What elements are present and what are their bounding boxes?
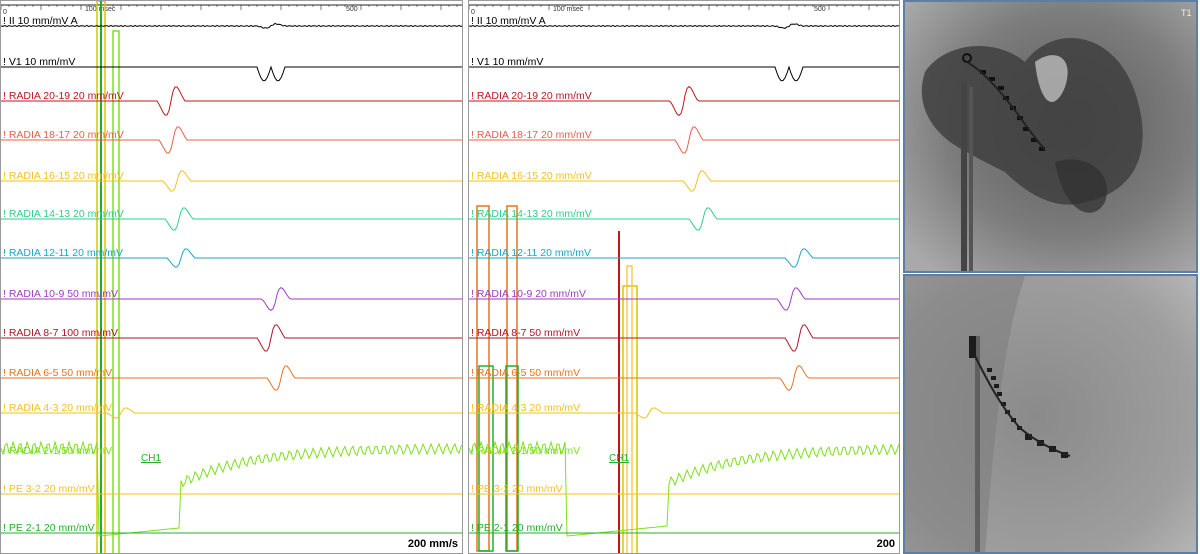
channel-row: ! RADIA 14-13 20 mm/mV <box>1 207 462 231</box>
channel-row: ! PE 3-2 20 mm/mV <box>1 483 462 495</box>
ch1-marker: CH1 <box>141 453 161 464</box>
channel-row: ! RADIA 18-17 20 mm/mV <box>1 126 462 154</box>
sweep-speed-label: 200 <box>876 538 895 550</box>
channel-row: ! V1 10 mm/mV <box>469 56 899 82</box>
channel-row: ! II 10 mm/mV A <box>469 15 899 29</box>
channel-label: ! RADIA 6-5 50 mm/mV <box>3 367 112 379</box>
channel-row: ! RADIA 8-7 50 mm/mV <box>469 324 899 352</box>
channel-label: ! RADIA 18-17 20 mm/mV <box>471 129 592 141</box>
fluoroscopy-image-bottom <box>903 274 1198 554</box>
channel-label: ! RADIA 10-9 50 mm/mV <box>3 288 118 300</box>
channel-row: ! V1 10 mm/mV <box>1 56 462 82</box>
channel-label: ! RADIA 8-7 50 mm/mV <box>471 327 580 339</box>
channel-row: ! PE 2-1 20 mm/mV <box>469 522 899 534</box>
channel-row: ! RADIA 12-11 20 mm/mV <box>469 247 899 268</box>
channel-row: ! RADIA 12-11 20 mm/mV <box>1 247 462 268</box>
channel-label: ! RADIA 14-13 20 mm/mV <box>471 208 592 220</box>
channel-row: ! RADIA 6-5 50 mm/mV <box>469 364 899 392</box>
channel-label: ! RADIA 12-11 20 mm/mV <box>471 247 591 259</box>
channel-label: ! RADIA 16-15 20 mm/mV <box>471 170 592 182</box>
channel-label: ! RADIA 2-1 50 mm/mV <box>471 445 580 457</box>
channel-row: ! II 10 mm/mV A <box>1 15 462 29</box>
channel-row: ! RADIA 20-19 20 mm/mV <box>1 86 462 116</box>
channel-label: ! RADIA 2-1 50 mm/mV <box>3 445 112 457</box>
ruler-mid: 500 <box>814 6 826 13</box>
egm-traces-right: 0 100 msec 500! II 10 mm/mV A! V1 10 mm/mV… <box>469 4 899 553</box>
channel-label: ! RADIA 12-11 20 mm/mV <box>3 247 123 259</box>
fluoro-bottom-picture <box>905 276 1196 552</box>
channel-row: ! RADIA 10-9 50 mm/mV <box>1 286 462 312</box>
channel-row: ! RADIA 16-15 20 mm/mV <box>469 170 899 192</box>
channel-row: ! RADIA 10-9 20 mm/mV <box>469 287 899 311</box>
electrogram-panel-right: 0 100 msec 500! II 10 mm/mV A! V1 10 mm/mV… <box>468 0 900 554</box>
ruler-mid: 500 <box>346 6 358 13</box>
channel-label: ! II 10 mm/mV A <box>3 15 78 27</box>
channel-label: ! RADIA 8-7 100 mm/mV <box>3 327 118 339</box>
channel-label: ! RADIA 14-13 20 mm/mV <box>3 208 124 220</box>
trace-line <box>469 65 899 82</box>
pacing-artifacts <box>96 1 120 553</box>
channel-row: ! RADIA 18-17 20 mm/mV <box>469 126 899 154</box>
channel-label: ! II 10 mm/mV A <box>471 15 546 27</box>
channel-row: ! RADIA 6-5 50 mm/mV <box>1 365 462 391</box>
channel-label: ! RADIA 4-3 20 mm/mV <box>471 402 580 414</box>
fluoro-top-picture: T1 <box>905 2 1196 271</box>
channel-label: ! RADIA 4-3 20 mm/mV <box>3 402 112 414</box>
electrogram-panel-left: 0 100 msec 500! II 10 mm/mV A! V1 10 mm/mV… <box>0 0 463 554</box>
channel-row: ! RADIA 20-19 20 mm/mV <box>469 85 899 117</box>
fluoro-corner-tag: T1 <box>1181 8 1192 18</box>
sweep-speed-label: 200 mm/s <box>407 538 458 550</box>
channel-label: ! PE 3-2 20 mm/mV <box>471 483 563 495</box>
channel-row: ! RADIA 8-7 100 mm/mV <box>1 324 462 352</box>
egm-traces-left: 0 100 msec 500! II 10 mm/mV A! V1 10 mm/mV… <box>1 1 462 553</box>
channel-label: ! PE 2-1 20 mm/mV <box>3 522 95 534</box>
ch1-marker: CH1 <box>609 453 629 464</box>
channel-label: ! RADIA 18-17 20 mm/mV <box>3 129 124 141</box>
ruler-unit: 100 msec <box>553 6 584 13</box>
channel-row: ! RADIA 14-13 20 mm/mV <box>469 207 899 231</box>
channel-label: ! RADIA 20-19 20 mm/mV <box>3 90 124 102</box>
channel-label: ! V1 10 mm/mV <box>3 56 75 68</box>
channel-label: ! V1 10 mm/mV <box>471 56 543 68</box>
channel-row: ! RADIA 4-3 20 mm/mV <box>1 402 462 419</box>
channel-label: ! PE 2-1 20 mm/mV <box>471 522 563 534</box>
channel-row: ! RADIA 4-3 20 mm/mV <box>469 402 899 419</box>
channel-row: ! PE 2-1 20 mm/mV <box>1 522 462 534</box>
channel-label: ! PE 3-2 20 mm/mV <box>3 483 95 495</box>
fluoroscopy-image-top: T1 <box>903 0 1198 273</box>
channel-row: ! RADIA 16-15 20 mm/mV <box>1 170 462 192</box>
channel-label: ! RADIA 16-15 20 mm/mV <box>3 170 124 182</box>
channel-label: ! RADIA 20-19 20 mm/mV <box>471 90 592 102</box>
trace-line <box>1 65 462 82</box>
channel-row: ! PE 3-2 20 mm/mV <box>469 483 899 495</box>
channel-label: ! RADIA 10-9 20 mm/mV <box>471 288 586 300</box>
channel-label: ! RADIA 6-5 50 mm/mV <box>471 367 580 379</box>
